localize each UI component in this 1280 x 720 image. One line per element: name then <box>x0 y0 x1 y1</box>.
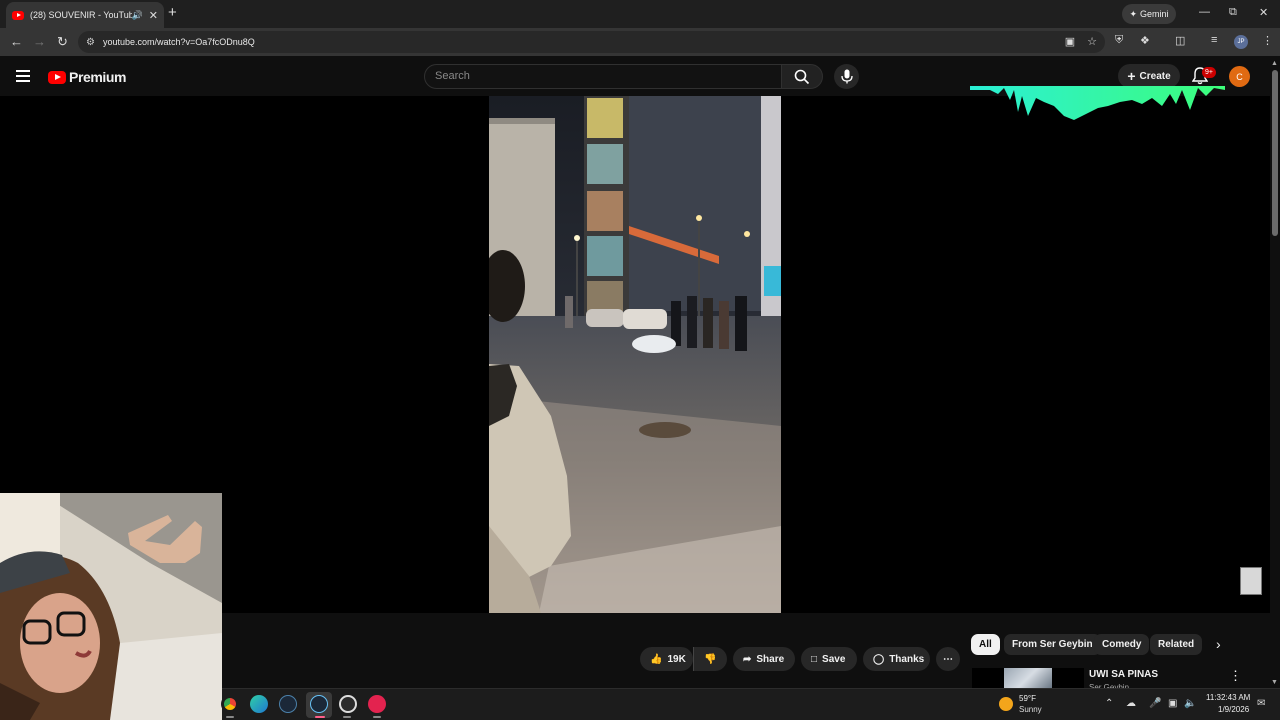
super-thanks-icon: ◯ <box>873 653 885 665</box>
voice-search-button[interactable] <box>834 64 859 89</box>
chevron-right-icon[interactable]: › <box>1216 636 1221 652</box>
url-text: youtube.com/watch?v=Oa7fcODnu8Q <box>102 37 255 47</box>
reload-icon[interactable]: ↻ <box>57 34 68 50</box>
channel-thumbnail[interactable] <box>1240 567 1262 595</box>
share-button[interactable]: ➦ Share <box>733 647 795 671</box>
snowy-street-night-scene <box>489 96 781 613</box>
more-horizontal-icon: ⋯ <box>943 653 953 665</box>
obs-taskbar-icon[interactable] <box>339 695 357 713</box>
browser-tab-strip <box>0 0 1280 28</box>
obs-running-indicator <box>343 716 351 718</box>
steam-active-taskbar-icon[interactable] <box>310 695 328 713</box>
gemini-button[interactable]: ✦ Gemini <box>1122 4 1176 24</box>
search-icon <box>794 69 810 84</box>
cast-icon[interactable]: ▣ <box>1065 35 1075 48</box>
thanks-label: Thanks <box>889 653 925 665</box>
weather-temperature: 59°F <box>1019 694 1036 703</box>
search-button[interactable] <box>781 64 823 89</box>
weather-description: Sunny <box>1019 705 1042 714</box>
webcam-person-image <box>0 493 222 720</box>
site-info-icon[interactable]: ⚙ <box>86 37 95 48</box>
speaker-icon[interactable]: 🔊 <box>132 10 143 21</box>
notification-count-badge: 9+ <box>1202 67 1216 78</box>
notification-center-icon[interactable]: ✉ <box>1257 698 1265 709</box>
steam-taskbar-icon[interactable] <box>279 695 297 713</box>
thumbs-down-icon: 👎 <box>704 653 717 665</box>
onedrive-cloud-icon[interactable]: ☁ <box>1126 698 1136 709</box>
thanks-button[interactable]: ◯ Thanks <box>863 647 930 671</box>
recommendation-title[interactable]: UWI SA PINAS <box>1089 669 1158 680</box>
microphone-icon <box>840 69 853 84</box>
more-vertical-icon[interactable]: ⋮ <box>1229 668 1242 684</box>
youtube-premium-logo[interactable]: Premium <box>48 69 127 85</box>
youtube-play-icon <box>48 70 66 84</box>
account-avatar[interactable]: C <box>1229 66 1250 87</box>
shield-extension-icon[interactable]: ⛨ <box>1115 34 1123 47</box>
hamburger-menu-icon[interactable] <box>16 70 30 82</box>
bookmark-star-icon[interactable]: ☆ <box>1087 35 1097 48</box>
chip-from-channel[interactable]: From Ser Geybin <box>1004 634 1101 655</box>
tab-close-icon[interactable]: ✕ <box>149 9 158 22</box>
chip-related[interactable]: Related <box>1150 634 1203 655</box>
microphone-tray-icon[interactable]: 🎤 <box>1149 698 1161 709</box>
like-count: 19K <box>667 653 686 665</box>
tab-title: (28) SOUVENIR - YouTube <box>30 10 132 20</box>
sun-weather-icon[interactable] <box>999 697 1013 711</box>
reading-list-icon[interactable]: ≡ <box>1211 34 1217 46</box>
media-player-taskbar-icon[interactable] <box>368 695 386 713</box>
window-close-icon[interactable]: ✕ <box>1259 6 1268 19</box>
chip-all[interactable]: All <box>971 634 1000 655</box>
video-frame[interactable] <box>489 96 781 613</box>
share-arrow-icon: ➦ <box>743 653 752 665</box>
minimize-icon[interactable]: — <box>1199 6 1210 18</box>
webcam-overlay <box>0 493 222 720</box>
sparkle-icon: ✦ <box>1129 8 1138 19</box>
clock-date[interactable]: 1/9/2026 <box>1218 705 1249 714</box>
media-running-indicator <box>373 716 381 718</box>
address-bar[interactable]: ⚙ youtube.com/watch?v=Oa7fcODnu8Q ▣ ☆ <box>78 31 1105 53</box>
new-tab-button[interactable]: + <box>168 4 177 21</box>
bookmark-icon: □ <box>811 653 818 665</box>
thumbs-up-icon: 👍 <box>650 653 663 665</box>
chrome-taskbar-icon[interactable] <box>221 695 239 713</box>
more-actions-button[interactable]: ⋯ <box>936 647 960 671</box>
save-label: Save <box>822 653 846 665</box>
logo-text: Premium <box>69 69 127 85</box>
browser-tab[interactable]: (28) SOUVENIR - YouTube 🔊 ✕ <box>6 2 164 28</box>
audio-visualizer <box>970 86 1225 120</box>
create-label: Create <box>1139 70 1171 82</box>
forward-arrow-icon[interactable]: → <box>33 34 46 49</box>
tab-search-icon[interactable]: ◫ <box>1175 34 1185 47</box>
edge-taskbar-icon[interactable] <box>250 695 268 713</box>
like-button[interactable]: 👍 19K <box>640 647 693 671</box>
network-icon[interactable]: ▣ <box>1168 698 1177 709</box>
clock-time[interactable]: 11:32:43 AM <box>1206 693 1250 702</box>
browser-profile-avatar[interactable]: JP <box>1234 35 1248 49</box>
chevron-up-icon[interactable]: ⌃ <box>1105 698 1113 709</box>
active-app-indicator <box>315 716 325 718</box>
save-button[interactable]: □ Save <box>801 647 857 671</box>
chip-comedy[interactable]: Comedy <box>1094 634 1150 655</box>
search-input[interactable]: Search <box>424 64 782 89</box>
scroll-down-arrow-icon[interactable]: ▼ <box>1271 679 1278 686</box>
restore-icon[interactable]: ⧉ <box>1229 6 1237 19</box>
share-label: Share <box>756 653 785 665</box>
recommendation-thumbnail-image <box>1004 668 1052 688</box>
dislike-button[interactable]: 👎 <box>693 647 727 671</box>
plus-icon: + <box>1127 68 1136 84</box>
scroll-up-arrow-icon[interactable]: ▲ <box>1271 60 1278 67</box>
back-arrow-icon[interactable]: ← <box>10 34 23 49</box>
volume-icon[interactable]: 🔈 <box>1184 698 1196 709</box>
browser-menu-icon[interactable]: ⋮ <box>1262 34 1273 47</box>
youtube-favicon-icon <box>12 10 24 20</box>
scrollbar-thumb[interactable] <box>1272 70 1278 236</box>
create-button[interactable]: + Create <box>1118 64 1180 88</box>
chrome-running-indicator <box>226 716 234 718</box>
gemini-label: Gemini <box>1140 9 1169 19</box>
puzzle-extensions-icon[interactable]: ❖ <box>1140 34 1150 47</box>
